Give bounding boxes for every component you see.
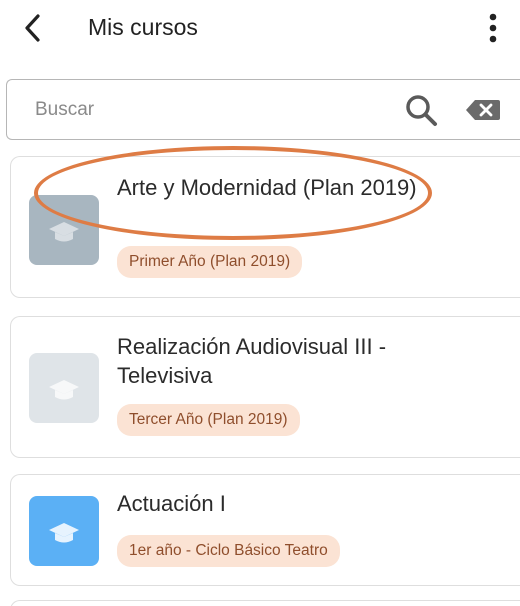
course-name: Actuación I — [117, 491, 226, 516]
graduation-cap-icon — [49, 523, 79, 543]
course-name: Realización Audiovisual III - Televisiva — [117, 334, 387, 388]
back-button[interactable] — [16, 8, 56, 48]
course-card[interactable]: Realización Audiovisual III - Televisiva… — [10, 316, 520, 458]
course-image — [29, 353, 99, 423]
course-image — [29, 496, 99, 566]
clear-icon — [466, 100, 500, 120]
more-vertical-icon — [489, 13, 497, 43]
course-card[interactable]: Actuación I 1er año - Ciclo Básico Teatr… — [10, 474, 520, 586]
graduation-cap-icon — [49, 222, 79, 242]
search-button[interactable] — [401, 90, 441, 130]
search-input[interactable] — [35, 97, 365, 123]
search-bar — [6, 79, 520, 140]
course-category-badge: Tercer Año (Plan 2019) — [117, 404, 300, 436]
course-category-badge: Primer Año (Plan 2019) — [117, 246, 303, 278]
app-header: Mis cursos — [0, 0, 520, 62]
course-category-badge: 1er año - Ciclo Básico Teatro — [117, 535, 340, 567]
clear-search-button[interactable] — [462, 96, 502, 124]
course-name: Arte y Modernidad (Plan 2019) — [117, 175, 417, 200]
course-card[interactable] — [10, 600, 520, 606]
graduation-cap-icon — [49, 380, 79, 400]
search-icon — [406, 95, 437, 126]
course-image — [29, 195, 99, 265]
more-options-button[interactable] — [478, 6, 508, 50]
back-arrow-icon — [25, 14, 40, 42]
page-title: Mis cursos — [88, 14, 198, 40]
course-card[interactable]: Arte y Modernidad (Plan 2019) Primer Año… — [10, 156, 520, 298]
